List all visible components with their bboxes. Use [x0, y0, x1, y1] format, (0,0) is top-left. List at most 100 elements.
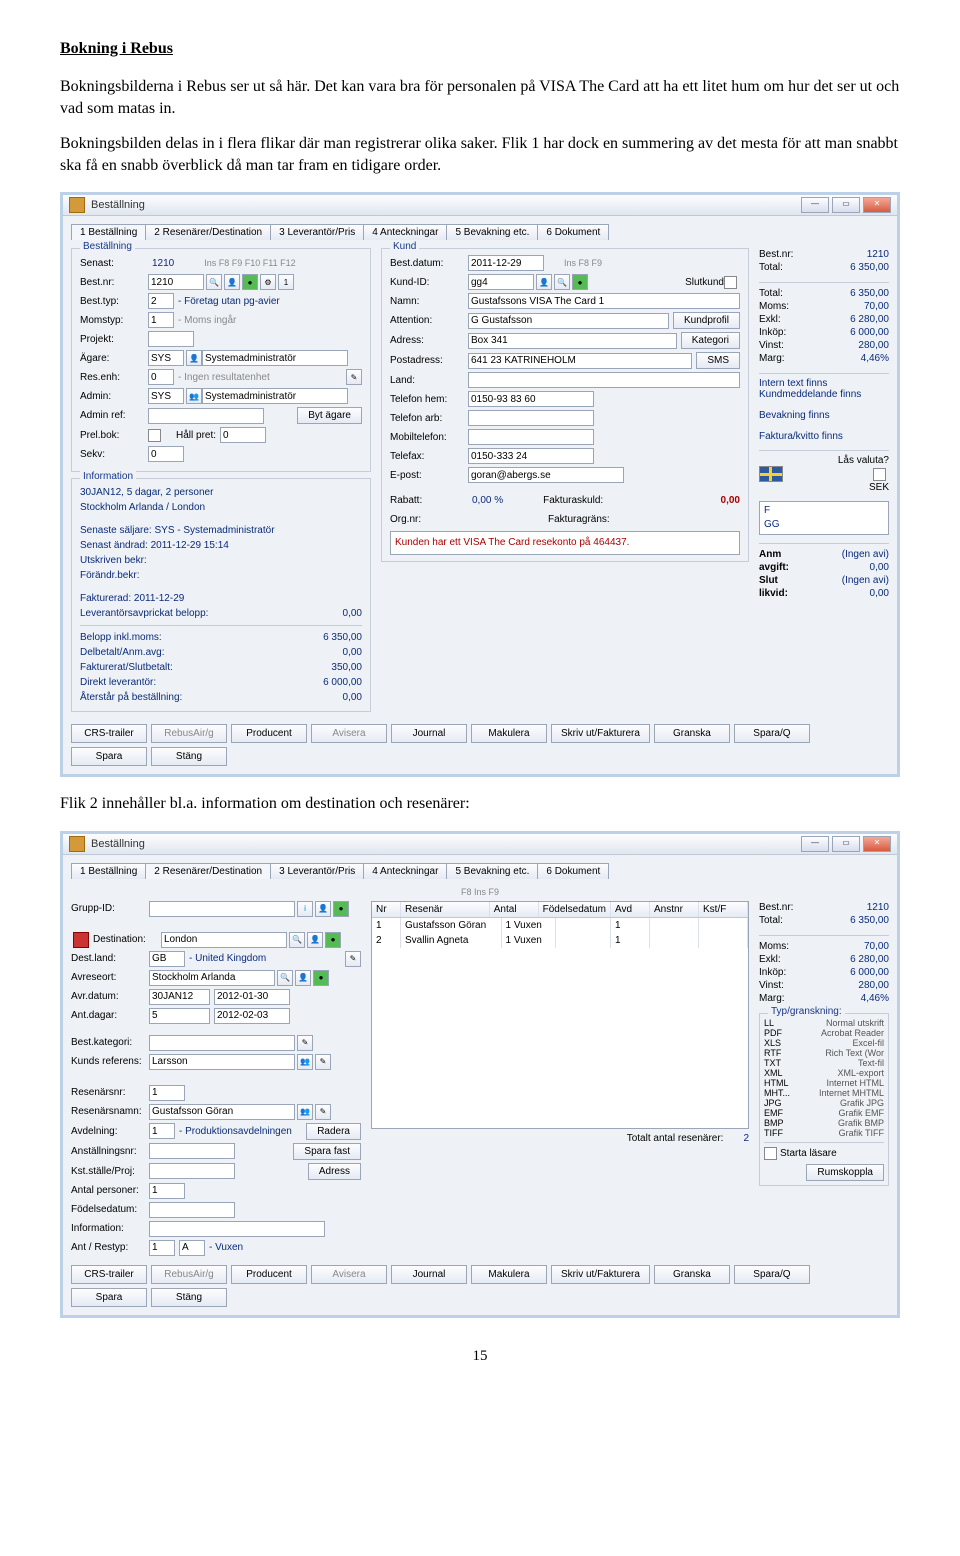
search-icon[interactable]: 🔍 — [554, 274, 570, 290]
flag-red-icon — [73, 932, 89, 948]
rebusair-button[interactable]: RebusAir/g — [151, 724, 227, 743]
tab-leverantor[interactable]: 3 Leverantör/Pris — [270, 863, 364, 879]
crstrailer-button[interactable]: CRS-trailer — [71, 724, 147, 743]
type-list: LLNormal utskriftPDFAcrobat ReaderXLSExc… — [764, 1018, 884, 1138]
stang-button[interactable]: Stäng — [151, 747, 227, 766]
maximize-button[interactable]: ▭ — [832, 836, 860, 852]
close-button[interactable]: ✕ — [863, 836, 891, 852]
sparafast-button[interactable]: Spara fast — [293, 1143, 361, 1160]
tool-icon[interactable]: ⚙ — [260, 274, 276, 290]
tab-bestallning[interactable]: 1 Beställning — [71, 863, 146, 879]
bestnr-input[interactable] — [148, 274, 204, 290]
pencil-icon[interactable]: ✎ — [315, 1104, 331, 1120]
type-row[interactable]: RTFRich Text (Wor — [764, 1048, 884, 1058]
tab-bevakning[interactable]: 5 Bevakning etc. — [446, 863, 538, 879]
maximize-button[interactable]: ▭ — [832, 197, 860, 213]
radera-button[interactable]: Radera — [306, 1123, 361, 1140]
type-row[interactable]: TIFFGrafik TIFF — [764, 1128, 884, 1138]
person-icon[interactable]: 👤 — [307, 932, 323, 948]
momstyp-input[interactable] — [148, 312, 174, 328]
tab-dokument[interactable]: 6 Dokument — [537, 863, 609, 879]
spara-button[interactable]: Spara — [71, 1288, 147, 1307]
lasvaluta-checkbox[interactable] — [873, 468, 886, 481]
type-row[interactable]: LLNormal utskrift — [764, 1018, 884, 1028]
kategori-button[interactable]: Kategori — [681, 332, 740, 349]
table-row[interactable]: 2 Svallin Agneta 1 Vuxen 1 — [372, 933, 748, 948]
admin-input[interactable] — [148, 388, 184, 404]
granska-button[interactable]: Granska — [654, 724, 730, 743]
green-icon[interactable]: ● — [242, 274, 258, 290]
spara-button[interactable]: Spara — [71, 747, 147, 766]
tab-bevakning[interactable]: 5 Bevakning etc. — [446, 224, 538, 240]
slutkund-checkbox[interactable] — [724, 276, 737, 289]
skrivut-button[interactable]: Skriv ut/Fakturera — [551, 1265, 650, 1284]
person-icon[interactable]: 👤 — [295, 970, 311, 986]
startalasare-checkbox[interactable] — [764, 1147, 777, 1160]
info-icon[interactable]: i — [297, 901, 313, 917]
search-icon[interactable]: 🔍 — [289, 932, 305, 948]
type-row[interactable]: XMLXML-export — [764, 1068, 884, 1078]
besttyp-input[interactable] — [148, 293, 174, 309]
tab-bestallning[interactable]: 1 Beställning — [71, 224, 146, 240]
type-row[interactable]: HTMLInternet HTML — [764, 1078, 884, 1088]
tab-anteckningar[interactable]: 4 Anteckningar — [363, 863, 447, 879]
person-icon[interactable]: 👤 — [224, 274, 240, 290]
minimize-button[interactable]: — — [801, 836, 829, 852]
person-icon[interactable]: 👤 — [315, 901, 331, 917]
adress-button[interactable]: Adress — [308, 1163, 361, 1180]
journal-button[interactable]: Journal — [391, 724, 467, 743]
search-icon[interactable]: 🔍 — [277, 970, 293, 986]
tabstrip: 1 Beställning 2 Resenärer/Destination 3 … — [71, 863, 889, 879]
avisera-button[interactable]: Avisera — [311, 724, 387, 743]
person-icon[interactable]: 👥 — [297, 1054, 313, 1070]
crstrailer-button[interactable]: CRS-trailer — [71, 1265, 147, 1284]
producent-button[interactable]: Producent — [231, 724, 307, 743]
producent-button[interactable]: Producent — [231, 1265, 307, 1284]
person-icon[interactable]: 👥 — [297, 1104, 313, 1120]
sparaq-button[interactable]: Spara/Q — [734, 724, 810, 743]
projekt-input[interactable] — [148, 331, 194, 347]
gruppid-input[interactable] — [149, 901, 295, 917]
close-button[interactable]: ✕ — [863, 197, 891, 213]
type-row[interactable]: PDFAcrobat Reader — [764, 1028, 884, 1038]
resenh-input[interactable] — [148, 369, 174, 385]
type-row[interactable]: XLSExcel-fil — [764, 1038, 884, 1048]
adminref-input[interactable] — [148, 408, 264, 424]
minimize-button[interactable]: — — [801, 197, 829, 213]
pencil-icon[interactable]: ✎ — [297, 1035, 313, 1051]
sms-button[interactable]: SMS — [696, 352, 740, 369]
makulera-button[interactable]: Makulera — [471, 1265, 547, 1284]
pencil-icon[interactable]: ✎ — [346, 369, 362, 385]
table-row[interactable]: 1 Gustafsson Göran 1 Vuxen 1 — [372, 918, 748, 933]
prelbok-checkbox[interactable] — [148, 429, 161, 442]
makulera-button[interactable]: Makulera — [471, 724, 547, 743]
type-row[interactable]: MHT...Internet MHTML — [764, 1088, 884, 1098]
tab-resenarer[interactable]: 2 Resenärer/Destination — [145, 863, 271, 879]
page-title: Bokning i Rebus — [60, 40, 900, 58]
type-row[interactable]: BMPGrafik BMP — [764, 1118, 884, 1128]
lookup-icon[interactable]: 🔍 — [206, 274, 222, 290]
tab-anteckningar[interactable]: 4 Anteckningar — [363, 224, 447, 240]
granska-button[interactable]: Granska — [654, 1265, 730, 1284]
pencil-icon[interactable]: ✎ — [345, 951, 361, 967]
person-icon[interactable]: 👤 — [536, 274, 552, 290]
rebusair-button[interactable]: RebusAir/g — [151, 1265, 227, 1284]
type-row[interactable]: EMFGrafik EMF — [764, 1108, 884, 1118]
type-row[interactable]: TXTText-fil — [764, 1058, 884, 1068]
avisera-button[interactable]: Avisera — [311, 1265, 387, 1284]
tab-resenarer[interactable]: 2 Resenärer/Destination — [145, 224, 271, 240]
person-icon[interactable]: 👤 — [186, 350, 202, 366]
kundprofil-button[interactable]: Kundprofil — [673, 312, 740, 329]
tab-dokument[interactable]: 6 Dokument — [537, 224, 609, 240]
type-row[interactable]: JPGGrafik JPG — [764, 1098, 884, 1108]
pencil-icon[interactable]: ✎ — [315, 1054, 331, 1070]
bytagare-button[interactable]: Byt ägare — [297, 407, 362, 424]
person-icon[interactable]: 👥 — [186, 388, 202, 404]
tab-leverantor[interactable]: 3 Leverantör/Pris — [270, 224, 364, 240]
rumskoppla-button[interactable]: Rumskoppla — [806, 1164, 884, 1181]
journal-button[interactable]: Journal — [391, 1265, 467, 1284]
skrivut-button[interactable]: Skriv ut/Fakturera — [551, 724, 650, 743]
stang-button[interactable]: Stäng — [151, 1288, 227, 1307]
agare-input[interactable] — [148, 350, 184, 366]
sparaq-button[interactable]: Spara/Q — [734, 1265, 810, 1284]
